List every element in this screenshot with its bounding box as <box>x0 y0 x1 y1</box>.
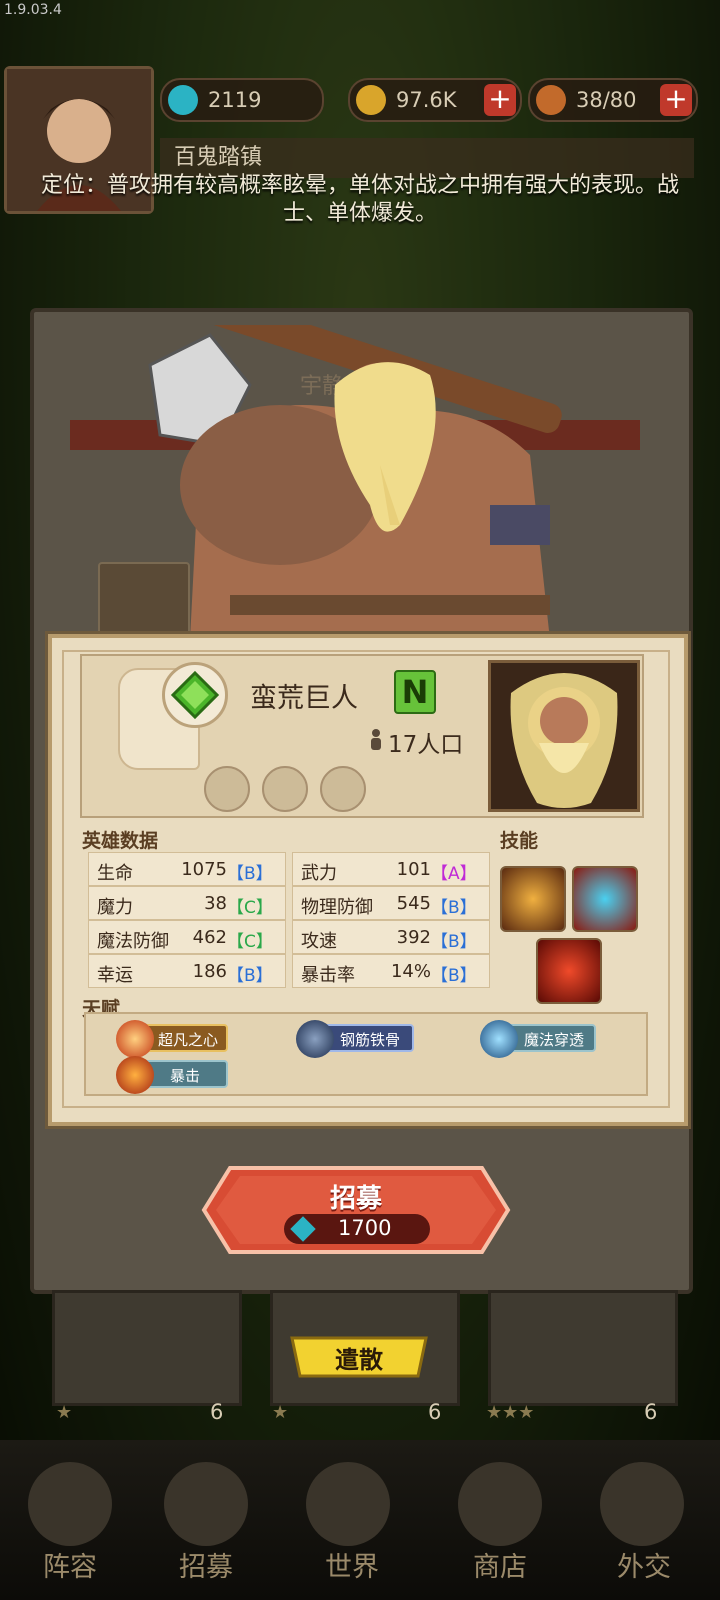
stat-crit-rate: 暴击率 14% 【B】 <box>292 954 490 988</box>
talent-iron-bones[interactable]: 钢筋铁骨 <box>296 1020 414 1058</box>
diamond-icon <box>290 1216 316 1242</box>
hero-name: 蛮荒巨人 <box>250 683 358 714</box>
hero-population: 17人口 <box>388 732 464 758</box>
skills-section-title: 技能 <box>500 830 539 852</box>
stat-magic: 魔力 38 【C】 <box>88 886 286 920</box>
hero-class-gem <box>162 662 228 728</box>
bell-icon[interactable] <box>164 1462 248 1546</box>
add-food-button[interactable]: + <box>660 84 692 116</box>
hero-rarity-badge: N <box>394 670 436 714</box>
dismiss-label: 遣散 <box>335 1346 383 1374</box>
population-icon <box>371 729 381 750</box>
armor-icon <box>296 1020 334 1058</box>
hero-role-description: 定位：普攻拥有较高概率眩晕，单体对战之中拥有强大的表现。战士、单体爆发。 <box>40 173 679 226</box>
recruit-cost: 1700 <box>284 1214 430 1244</box>
star-icon: ★★★ <box>486 1402 535 1423</box>
sword-role-icon[interactable] <box>262 766 308 812</box>
stat-luck: 幸运 186 【B】 <box>88 954 286 988</box>
meat-icon <box>536 85 566 115</box>
hero-portrait <box>488 660 640 812</box>
nav-shop[interactable]: 商店 <box>440 1545 560 1584</box>
hero-slot-card[interactable] <box>488 1290 678 1406</box>
hero-slot-count: 6 <box>210 1400 224 1424</box>
talent-magic-penetration[interactable]: 魔法穿透 <box>480 1020 596 1058</box>
nav-diplomacy[interactable]: 外交 <box>584 1545 704 1584</box>
nav-recruit[interactable]: 招募 <box>146 1545 266 1584</box>
helmet-icon[interactable] <box>28 1462 112 1546</box>
food-counter: 38/80 + <box>528 78 698 122</box>
crate-icon[interactable] <box>458 1462 542 1546</box>
flame-skull-skill-icon[interactable] <box>536 938 602 1004</box>
handshake-icon[interactable] <box>600 1462 684 1546</box>
talent-critical-strike[interactable]: 暴击 <box>116 1056 228 1094</box>
critical-strike-icon <box>116 1056 154 1094</box>
talent-extraordinary-heart[interactable]: 超凡之心 <box>116 1020 228 1058</box>
star-icon: ★ <box>56 1402 73 1423</box>
hero-slot-card[interactable] <box>52 1290 242 1406</box>
stat-hp: 生命 1075 【B】 <box>88 852 286 886</box>
star-icon: ★ <box>272 1402 289 1423</box>
hero-artwork <box>148 325 562 640</box>
diamond-icon <box>168 85 198 115</box>
frost-axe-skill-icon[interactable] <box>572 866 638 932</box>
add-gold-button[interactable]: + <box>484 84 516 116</box>
stat-physical-defense: 物理防御 545 【B】 <box>292 886 490 920</box>
green-gem-icon <box>170 670 220 720</box>
hero-slot-count: 6 <box>428 1400 442 1424</box>
nav-world[interactable]: 世界 <box>292 1545 412 1584</box>
gold-counter: 97.6K + <box>348 78 522 122</box>
warrior-role-icon[interactable] <box>204 766 250 812</box>
nav-lineup[interactable]: 阵容 <box>10 1545 130 1584</box>
version-label: 1.9.03.4 <box>4 2 62 18</box>
hero-slot-count: 6 <box>644 1400 658 1424</box>
world-shield-icon[interactable] <box>306 1462 390 1546</box>
stats-section-title: 英雄数据 <box>82 830 159 852</box>
magic-penetration-icon <box>480 1020 518 1058</box>
recruit-label: 招募 <box>329 1184 382 1214</box>
giant-portrait-icon <box>491 663 637 809</box>
brute-role-icon[interactable] <box>320 766 366 812</box>
axe-strike-skill-icon[interactable] <box>500 866 566 932</box>
heart-fire-icon <box>116 1020 154 1058</box>
stat-force: 武力 101 【A】 <box>292 852 490 886</box>
gold-coin-icon <box>356 85 386 115</box>
stat-attack-speed: 攻速 392 【B】 <box>292 920 490 954</box>
stat-magic-defense: 魔法防御 462 【C】 <box>88 920 286 954</box>
diamond-counter: 2119 <box>160 78 324 122</box>
